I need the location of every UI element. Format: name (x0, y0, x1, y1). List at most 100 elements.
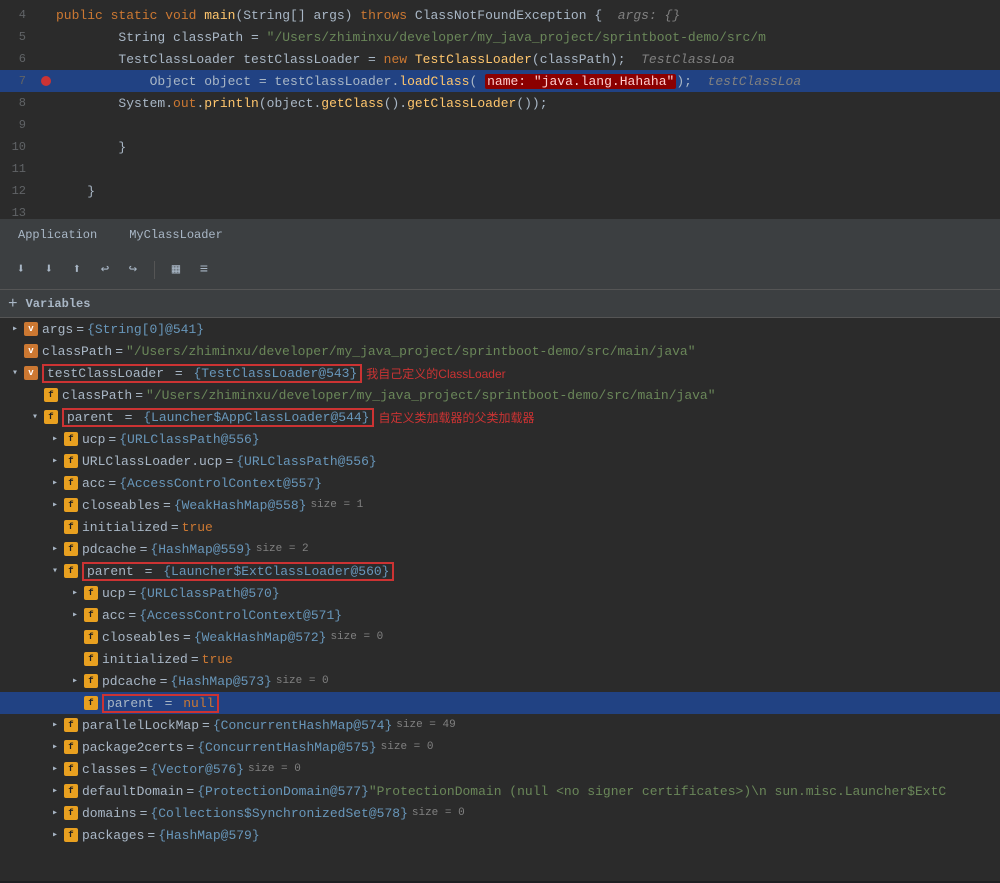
icon-ext-parent-null: f (84, 696, 98, 710)
var-initialized[interactable]: f initialized = true (0, 516, 1000, 538)
var-value-ext-acc: {AccessControlContext@571} (139, 608, 342, 623)
line-content-10: } (56, 140, 1000, 155)
expand-args[interactable] (8, 322, 22, 336)
icon-tcl-classpath: f (44, 388, 58, 402)
var-urlclassloader-ucp[interactable]: f URLClassLoader.ucp = {URLClassPath@556… (0, 450, 1000, 472)
expand-acc[interactable] (48, 476, 62, 490)
code-line-12: 12 } (0, 180, 1000, 202)
var-name-testclassloader: testClassLoader (47, 366, 164, 381)
var-ext-closeables[interactable]: f closeables = {WeakHashMap@572} size = … (0, 626, 1000, 648)
var-value-ext-closeables: {WeakHashMap@572} (194, 630, 327, 645)
expand-domains[interactable] (48, 806, 62, 820)
var-value-ext-pdcache: {HashMap@573} (170, 674, 271, 689)
var-ucp[interactable]: f ucp = {URLClassPath@556} (0, 428, 1000, 450)
btn-step-out[interactable]: ⬆ (66, 259, 88, 281)
code-line-4: 4 public static void main(String[] args)… (0, 4, 1000, 26)
var-value-urlclassloader-ucp: {URLClassPath@556} (236, 454, 376, 469)
var-name-args: args (42, 322, 73, 337)
expand-ext-initialized (68, 652, 82, 666)
line-gutter-7 (36, 76, 56, 86)
parent-app-redbox: parent = {Launcher$AppClassLoader@544} (62, 408, 374, 427)
var-ext-parent-null[interactable]: f parent = null (0, 692, 1000, 714)
icon-parent-ext: f (64, 564, 78, 578)
var-size-ext-closeables: size = 0 (330, 631, 383, 643)
var-value-initialized: true (182, 520, 213, 535)
code-line-13: 13 (0, 202, 1000, 220)
add-watch-button[interactable]: + (8, 295, 18, 313)
line-number-10: 10 (0, 140, 36, 154)
btn-grid[interactable]: ▦ (165, 259, 187, 281)
icon-domains: f (64, 806, 78, 820)
icon-testclassloader: v (24, 366, 38, 380)
expand-closeables[interactable] (48, 498, 62, 512)
var-value-defaultdomain: {ProtectionDomain@577} (197, 784, 369, 799)
var-args[interactable]: v args = {String[0]@541} (0, 318, 1000, 340)
line-number-11: 11 (0, 162, 36, 176)
expand-ext-ucp[interactable] (68, 586, 82, 600)
var-value-ext-initialized: true (202, 652, 233, 667)
btn-step-into[interactable]: ⬇ (38, 259, 60, 281)
btn-return[interactable]: ↩ (94, 259, 116, 281)
expand-classes[interactable] (48, 762, 62, 776)
var-closeables[interactable]: f closeables = {WeakHashMap@558} size = … (0, 494, 1000, 516)
expand-ucp[interactable] (48, 432, 62, 446)
line-number-9: 9 (0, 118, 36, 132)
icon-initialized: f (64, 520, 78, 534)
tab-application[interactable]: Application (10, 224, 105, 246)
var-testclassloader[interactable]: v testClassLoader = {TestClassLoader@543… (0, 362, 1000, 384)
variables-panel[interactable]: v args = {String[0]@541} v classPath = "… (0, 318, 1000, 881)
icon-args: v (24, 322, 38, 336)
var-acc[interactable]: f acc = {AccessControlContext@557} (0, 472, 1000, 494)
var-parent-app[interactable]: f parent = {Launcher$AppClassLoader@544}… (0, 406, 1000, 428)
var-packages[interactable]: f packages = {HashMap@579} (0, 824, 1000, 846)
line-number-13: 13 (0, 206, 36, 220)
var-value-classpath: "/Users/zhiminxu/developer/my_java_proje… (126, 344, 696, 359)
expand-defaultdomain[interactable] (48, 784, 62, 798)
var-name-ext-closeables: closeables (102, 630, 180, 645)
var-domains[interactable]: f domains = {Collections$SynchronizedSet… (0, 802, 1000, 824)
var-ext-acc[interactable]: f acc = {AccessControlContext@571} (0, 604, 1000, 626)
var-classpath[interactable]: v classPath = "/Users/zhiminxu/developer… (0, 340, 1000, 362)
var-size-parallellockmap: size = 49 (396, 719, 455, 731)
expand-ext-acc[interactable] (68, 608, 82, 622)
var-name-closeables: closeables (82, 498, 160, 513)
var-ext-initialized[interactable]: f initialized = true (0, 648, 1000, 670)
annotation-parent-app: 自定义类加载器的父类加载器 (378, 409, 534, 426)
var-value-parallellockmap: {ConcurrentHashMap@574} (213, 718, 392, 733)
var-parent-ext[interactable]: f parent = {Launcher$ExtClassLoader@560} (0, 560, 1000, 582)
annotation-testclassloader: 我自己定义的ClassLoader (366, 365, 505, 382)
btn-menu[interactable]: ≡ (193, 259, 215, 281)
var-value-ext-parent-null: null (183, 696, 214, 711)
btn-forward[interactable]: ↪ (122, 259, 144, 281)
var-classes[interactable]: f classes = {Vector@576} size = 0 (0, 758, 1000, 780)
icon-ext-pdcache: f (84, 674, 98, 688)
expand-ext-parent-null (68, 696, 82, 710)
var-name-domains: domains (82, 806, 137, 821)
expand-parallellockmap[interactable] (48, 718, 62, 732)
expand-urlclassloader-ucp[interactable] (48, 454, 62, 468)
var-parallellockmap[interactable]: f parallelLockMap = {ConcurrentHashMap@5… (0, 714, 1000, 736)
var-package2certs[interactable]: f package2certs = {ConcurrentHashMap@575… (0, 736, 1000, 758)
expand-packages[interactable] (48, 828, 62, 842)
var-ext-ucp[interactable]: f ucp = {URLClassPath@570} (0, 582, 1000, 604)
expand-ext-pdcache[interactable] (68, 674, 82, 688)
var-ext-pdcache[interactable]: f pdcache = {HashMap@573} size = 0 (0, 670, 1000, 692)
variables-panel-header: + Variables (0, 290, 1000, 318)
line-content-5: String classPath = "/Users/zhiminxu/deve… (56, 30, 1000, 45)
expand-testclassloader[interactable] (8, 366, 22, 380)
var-pdcache[interactable]: f pdcache = {HashMap@559} size = 2 (0, 538, 1000, 560)
var-value-package2certs: {ConcurrentHashMap@575} (197, 740, 376, 755)
var-value-closeables: {WeakHashMap@558} (174, 498, 307, 513)
btn-step-over[interactable]: ⬇ (10, 259, 32, 281)
variables-panel-title: Variables (26, 297, 91, 311)
icon-defaultdomain: f (64, 784, 78, 798)
expand-parent-app[interactable] (28, 410, 42, 424)
var-name-ext-acc: acc (102, 608, 125, 623)
var-tcl-classpath[interactable]: f classPath = "/Users/zhiminxu/developer… (0, 384, 1000, 406)
tab-myclassloader[interactable]: MyClassLoader (121, 224, 231, 246)
var-defaultdomain[interactable]: f defaultDomain = {ProtectionDomain@577}… (0, 780, 1000, 802)
expand-package2certs[interactable] (48, 740, 62, 754)
expand-parent-ext[interactable] (48, 564, 62, 578)
expand-pdcache[interactable] (48, 542, 62, 556)
icon-pdcache: f (64, 542, 78, 556)
